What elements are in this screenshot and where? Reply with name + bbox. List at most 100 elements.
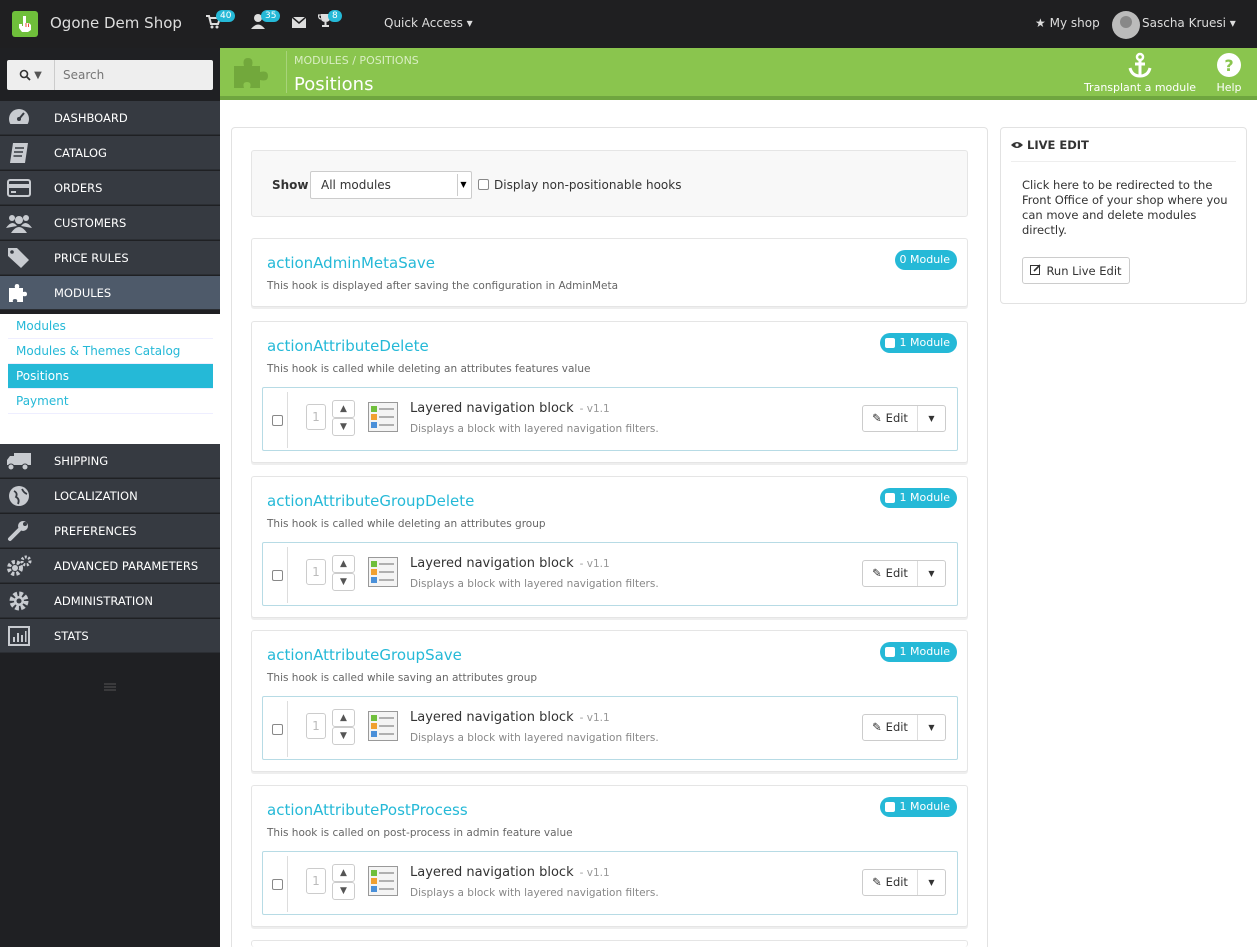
customers-badge: 35 xyxy=(261,10,281,22)
move-up-button[interactable]: ▲ xyxy=(332,709,355,727)
trophy-notification[interactable]: 8 xyxy=(318,10,342,28)
module-position: 1 xyxy=(306,713,326,739)
sidebar-item-shipping[interactable]: SHIPPING xyxy=(0,444,220,478)
page-title: Positions xyxy=(294,74,374,95)
sidebar-item-advanced-parameters[interactable]: ADVANCED PARAMETERS xyxy=(0,549,220,583)
sidebar-item-orders[interactable]: ORDERS xyxy=(0,171,220,205)
edit-button[interactable]: ✎ Edit xyxy=(863,561,918,586)
hook-description: This hook is called on post-process in a… xyxy=(267,827,573,839)
module-name[interactable]: Layered navigation block - v1.1 xyxy=(410,556,610,571)
sidebar-item-catalog[interactable]: CATALOG xyxy=(0,136,220,170)
module-checkbox[interactable] xyxy=(272,879,283,890)
module-row: 1 ▲ ▼ Layered navigation block - v1.1 Dis… xyxy=(262,851,958,915)
edit-label: Edit xyxy=(885,566,908,580)
edit-button[interactable]: ✎ Edit xyxy=(863,406,918,431)
search-dropdown-button[interactable]: ▼ xyxy=(7,60,55,90)
move-up-button[interactable]: ▲ xyxy=(332,864,355,882)
sidebar-item-customers[interactable]: CUSTOMERS xyxy=(0,206,220,240)
edit-dropdown-toggle[interactable]: ▼ xyxy=(918,561,945,586)
module-name[interactable]: Layered navigation block - v1.1 xyxy=(410,865,610,880)
sidebar-item-preferences[interactable]: PREFERENCES xyxy=(0,514,220,548)
puzzle-icon xyxy=(232,54,274,90)
hook-name[interactable]: actionAttributeDelete xyxy=(267,337,429,355)
chevron-down-icon: ▼ xyxy=(340,731,347,741)
help-button[interactable]: ? Help xyxy=(1212,52,1246,94)
edit-dropdown-toggle[interactable]: ▼ xyxy=(918,870,945,895)
star-icon: ★ xyxy=(1035,16,1046,30)
non-positionable-checkbox[interactable] xyxy=(478,179,489,190)
select-all-checkbox[interactable] xyxy=(884,802,895,812)
move-down-button[interactable]: ▼ xyxy=(332,573,355,591)
module-checkbox[interactable] xyxy=(272,570,283,581)
sidebar-item-price-rules[interactable]: PRICE RULES xyxy=(0,241,220,275)
sidebar: ▼ DASHBOARD CATALOG ORDERS CUSTOMERS PRI… xyxy=(0,48,220,947)
hook-name[interactable]: actionAttributeGroupSave xyxy=(267,646,462,664)
module-count-badge[interactable]: 1 Module xyxy=(879,797,957,817)
quick-access-menu[interactable]: Quick Access ▾ xyxy=(384,16,473,30)
pencil-icon: ✎ xyxy=(872,875,882,889)
sidebar-item-stats[interactable]: STATS xyxy=(0,619,220,653)
anchor-icon xyxy=(1128,52,1152,78)
move-down-button[interactable]: ▼ xyxy=(332,418,355,436)
edit-dropdown-toggle[interactable]: ▼ xyxy=(918,715,945,740)
hook-name[interactable]: actionAttributePostProcess xyxy=(267,801,468,819)
customers-notification[interactable]: 35 xyxy=(250,10,281,29)
messages-notification[interactable] xyxy=(292,17,306,28)
module-filter-select[interactable]: All modules ▼ xyxy=(310,171,472,199)
breadcrumb[interactable]: MODULES / POSITIONS xyxy=(294,54,419,67)
move-down-button[interactable]: ▼ xyxy=(332,727,355,745)
edit-button[interactable]: ✎ Edit xyxy=(863,715,918,740)
select-all-checkbox[interactable] xyxy=(884,647,895,657)
avatar[interactable] xyxy=(1112,11,1140,39)
chevron-up-icon: ▲ xyxy=(340,868,347,878)
module-name-text: Layered navigation block xyxy=(410,556,574,571)
sidebar-item-dashboard[interactable]: DASHBOARD xyxy=(0,101,220,135)
hook-name[interactable]: actionAttributeGroupDelete xyxy=(267,492,474,510)
live-edit-title-text: LIVE EDIT xyxy=(1027,138,1089,152)
module-count-badge[interactable]: 1 Module xyxy=(879,333,957,353)
live-edit-title: LIVE EDIT xyxy=(1011,138,1089,152)
row-divider xyxy=(287,392,288,448)
sidebar-item-administration[interactable]: ADMINISTRATION xyxy=(0,584,220,618)
orders-icon xyxy=(0,171,38,205)
my-shop-link[interactable]: ★ My shop xyxy=(1035,16,1100,30)
top-bar: Ogone Dem Shop 40 35 8 Quick Access ▾ ★ … xyxy=(0,0,1257,48)
sidebar-item-localization[interactable]: LOCALIZATION xyxy=(0,479,220,513)
module-count-badge[interactable]: 1 Module xyxy=(879,488,957,508)
module-name-text: Layered navigation block xyxy=(410,865,574,880)
edit-dropdown-toggle[interactable]: ▼ xyxy=(918,406,945,431)
submenu-item-modules[interactable]: Modules xyxy=(8,314,213,339)
transplant-label: Transplant a module xyxy=(1083,81,1197,94)
edit-label: Edit xyxy=(885,720,908,734)
prestashop-logo-icon[interactable] xyxy=(12,11,38,37)
shop-name[interactable]: Ogone Dem Shop xyxy=(50,14,182,32)
hook-panel: actionAttributePostProcess This hook is … xyxy=(251,785,968,927)
run-live-edit-button[interactable]: Run Live Edit xyxy=(1022,257,1130,284)
transplant-module-button[interactable]: Transplant a module xyxy=(1078,52,1202,94)
sidebar-item-modules[interactable]: MODULES xyxy=(0,276,220,310)
select-all-checkbox[interactable] xyxy=(884,493,895,503)
submenu-item-payment[interactable]: Payment xyxy=(8,389,213,414)
hook-name[interactable]: actionAdminMetaSave xyxy=(267,254,435,272)
edit-button[interactable]: ✎ Edit xyxy=(863,870,918,895)
search-input[interactable] xyxy=(55,68,205,82)
module-name[interactable]: Layered navigation block - v1.1 xyxy=(410,401,610,416)
non-positionable-label[interactable]: Display non-positionable hooks xyxy=(494,178,681,192)
move-down-button[interactable]: ▼ xyxy=(332,882,355,900)
module-name[interactable]: Layered navigation block - v1.1 xyxy=(410,710,610,725)
layered-navigation-icon xyxy=(368,711,398,741)
hook-panel xyxy=(251,940,968,947)
filter-bar: Show All modules ▼ Display non-positiona… xyxy=(251,150,968,217)
move-up-button[interactable]: ▲ xyxy=(332,555,355,573)
move-up-button[interactable]: ▲ xyxy=(332,400,355,418)
module-checkbox[interactable] xyxy=(272,724,283,735)
sidebar-collapse-icon[interactable] xyxy=(104,680,116,694)
module-count-badge[interactable]: 1 Module xyxy=(879,642,957,662)
submenu-item-positions[interactable]: Positions xyxy=(8,364,213,389)
user-menu[interactable]: Sascha Kruesi ▾ xyxy=(1142,16,1236,30)
hook-description: This hook is called while deleting an at… xyxy=(267,518,546,530)
select-all-checkbox[interactable] xyxy=(884,338,895,348)
submenu-item-modules-themes-catalog[interactable]: Modules & Themes Catalog xyxy=(8,339,213,364)
orders-notification[interactable]: 40 xyxy=(205,10,236,29)
module-checkbox[interactable] xyxy=(272,415,283,426)
